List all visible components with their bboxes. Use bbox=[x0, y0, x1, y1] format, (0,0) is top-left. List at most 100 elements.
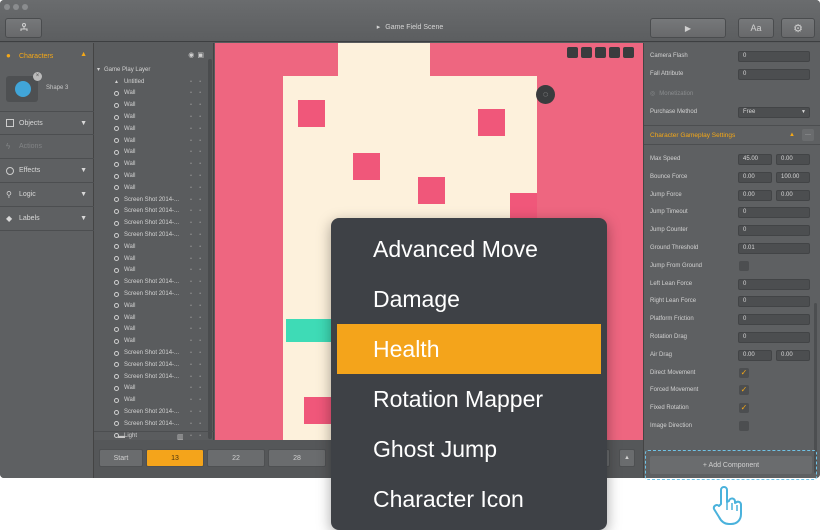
character-thumb[interactable]: × bbox=[6, 72, 42, 102]
visibility-flags[interactable]: • • bbox=[190, 90, 204, 96]
wall-block[interactable] bbox=[510, 193, 537, 220]
menu-item-ghost-jump[interactable]: Ghost Jump bbox=[337, 424, 601, 474]
layer-row[interactable]: Wall • • bbox=[94, 88, 208, 100]
fall-attribute-field[interactable]: 0 bbox=[738, 69, 810, 80]
visibility-flags[interactable]: • • bbox=[190, 409, 204, 415]
menu-item-advanced-move[interactable]: Advanced Move bbox=[337, 224, 601, 274]
layer-row[interactable]: Wall • • bbox=[94, 253, 208, 265]
menu-item-health[interactable]: Health bbox=[337, 324, 601, 374]
window-minimize-button[interactable] bbox=[13, 4, 19, 10]
eye-icon[interactable] bbox=[609, 47, 620, 58]
frame-button[interactable]: 22 bbox=[207, 449, 265, 467]
visibility-flags[interactable]: • • bbox=[190, 220, 204, 226]
prop-field[interactable]: 0.00 bbox=[776, 189, 810, 201]
layer-row[interactable]: Screen Shot 2014-... • • bbox=[94, 229, 208, 241]
prop-field[interactable]: 0 bbox=[738, 332, 810, 343]
lock-icon[interactable] bbox=[581, 47, 592, 58]
visibility-flags[interactable]: • • bbox=[190, 397, 204, 403]
remove-icon[interactable]: × bbox=[33, 72, 42, 81]
layer-row[interactable]: Wall • • bbox=[94, 335, 208, 347]
visibility-flags[interactable]: • • bbox=[190, 197, 204, 203]
layer-row[interactable]: Wall • • bbox=[94, 394, 208, 406]
visibility-flags[interactable]: • • bbox=[190, 138, 204, 144]
layer-row[interactable]: Screen Shot 2014-... • • bbox=[94, 406, 208, 418]
layer-row[interactable]: Screen Shot 2014-... • • bbox=[94, 206, 208, 218]
visibility-flags[interactable]: • • bbox=[190, 79, 204, 85]
layer-row[interactable]: Wall • • bbox=[94, 158, 208, 170]
section-labels[interactable]: ◆ Labels ▼ bbox=[0, 207, 94, 231]
visibility-flags[interactable]: • • bbox=[190, 326, 204, 332]
visibility-flags[interactable]: • • bbox=[190, 232, 204, 238]
prop-field[interactable]: 0 bbox=[738, 225, 810, 237]
menu-item-damage[interactable]: Damage bbox=[337, 274, 601, 324]
menu-item-character-icon[interactable]: Character Icon bbox=[337, 474, 601, 524]
menu-item-rotation-mapper[interactable]: Rotation Mapper bbox=[337, 374, 601, 424]
prop-field[interactable]: 0 bbox=[738, 278, 810, 290]
layer-row[interactable]: Wall • • bbox=[94, 241, 208, 253]
visibility-flags[interactable]: • • bbox=[190, 208, 204, 214]
visibility-flags[interactable]: • • bbox=[190, 374, 204, 380]
checkbox-checked[interactable]: ✓ bbox=[739, 385, 749, 396]
layer-row[interactable]: Screen Shot 2014-... • • bbox=[94, 276, 208, 288]
wall-block[interactable] bbox=[418, 177, 445, 204]
visibility-flags[interactable]: • • bbox=[190, 362, 204, 368]
visibility-flags[interactable]: • • bbox=[190, 185, 204, 191]
timeline-start-button[interactable]: Start bbox=[99, 449, 143, 467]
prop-field[interactable]: 45.00 bbox=[738, 154, 772, 165]
prop-field[interactable]: 0 bbox=[738, 296, 810, 308]
visibility-flags[interactable]: • • bbox=[190, 102, 204, 108]
visibility-flags[interactable]: • • bbox=[190, 149, 204, 155]
checkbox-checked[interactable]: ✓ bbox=[739, 367, 749, 378]
prop-field[interactable]: 0.01 bbox=[738, 243, 810, 254]
add-component-button[interactable]: + Add Component bbox=[650, 456, 812, 474]
checkbox[interactable] bbox=[739, 421, 749, 431]
fit-icon[interactable] bbox=[567, 47, 578, 58]
layer-row[interactable]: Screen Shot 2014-... • • bbox=[94, 347, 208, 359]
wall-block[interactable] bbox=[298, 100, 325, 127]
prop-field[interactable]: 0.00 bbox=[776, 349, 810, 361]
properties-scrollbar[interactable] bbox=[814, 303, 817, 473]
section-effects[interactable]: Effects ▼ bbox=[0, 159, 94, 183]
layer-row[interactable]: Wall • • bbox=[94, 135, 208, 147]
visibility-flags[interactable]: • • bbox=[190, 315, 204, 321]
section-logic[interactable]: ⚲ Logic ▼ bbox=[0, 183, 94, 207]
visibility-flags[interactable]: • • bbox=[190, 114, 204, 120]
prop-field[interactable]: 0 bbox=[738, 207, 810, 219]
window-zoom-button[interactable] bbox=[22, 4, 28, 10]
visibility-flags[interactable]: • • bbox=[190, 291, 204, 297]
purchase-method-select[interactable]: Free ▼ bbox=[738, 107, 810, 118]
layer-row[interactable]: Wall • • bbox=[94, 312, 208, 324]
prop-field[interactable]: 0.00 bbox=[776, 154, 810, 165]
frame-button[interactable]: 13 bbox=[146, 449, 204, 467]
layer-row[interactable]: Screen Shot 2014-... • • bbox=[94, 194, 208, 206]
chevron-up-icon[interactable]: ▲ bbox=[789, 132, 795, 138]
visibility-flags[interactable]: • • bbox=[190, 303, 204, 309]
prop-field[interactable]: 0 bbox=[738, 314, 810, 326]
layer-row[interactable]: Wall • • bbox=[94, 324, 208, 336]
visibility-flags[interactable]: • • bbox=[190, 279, 204, 285]
gameplay-settings-header[interactable]: Character Gameplay Settings ▲ ··· bbox=[644, 125, 820, 145]
bug-icon[interactable] bbox=[623, 47, 634, 58]
visibility-flags[interactable]: • • bbox=[190, 385, 204, 391]
platform[interactable] bbox=[286, 319, 332, 342]
section-objects[interactable]: Objects ▼ bbox=[0, 111, 94, 135]
wall-block[interactable] bbox=[478, 109, 505, 136]
prop-field[interactable]: 100.00 bbox=[776, 171, 810, 183]
visibility-flags[interactable]: • • bbox=[190, 244, 204, 250]
prop-field[interactable]: 0.00 bbox=[738, 189, 772, 201]
visibility-flags[interactable]: • • bbox=[190, 173, 204, 179]
visibility-flags[interactable]: • • bbox=[190, 256, 204, 262]
visibility-flags[interactable]: • • bbox=[190, 350, 204, 356]
pin-icon[interactable] bbox=[595, 47, 606, 58]
checkbox-checked[interactable]: ✓ bbox=[739, 403, 749, 414]
layer-row[interactable]: Screen Shot 2014-... • • bbox=[94, 217, 208, 229]
layer-row[interactable]: ▾ Game Play Layer bbox=[94, 64, 208, 76]
window-close-button[interactable] bbox=[4, 4, 10, 10]
layer-row[interactable]: Screen Shot 2014-... • • bbox=[94, 418, 208, 430]
layer-row[interactable]: Wall • • bbox=[94, 99, 208, 111]
camera-flash-field[interactable]: 0 bbox=[738, 51, 810, 62]
layer-row[interactable]: Wall • • bbox=[94, 383, 208, 395]
visibility-flags[interactable]: • • bbox=[190, 161, 204, 167]
lock-icon[interactable]: ▣ bbox=[197, 52, 207, 59]
folder-icon[interactable]: ▬ bbox=[118, 433, 125, 440]
